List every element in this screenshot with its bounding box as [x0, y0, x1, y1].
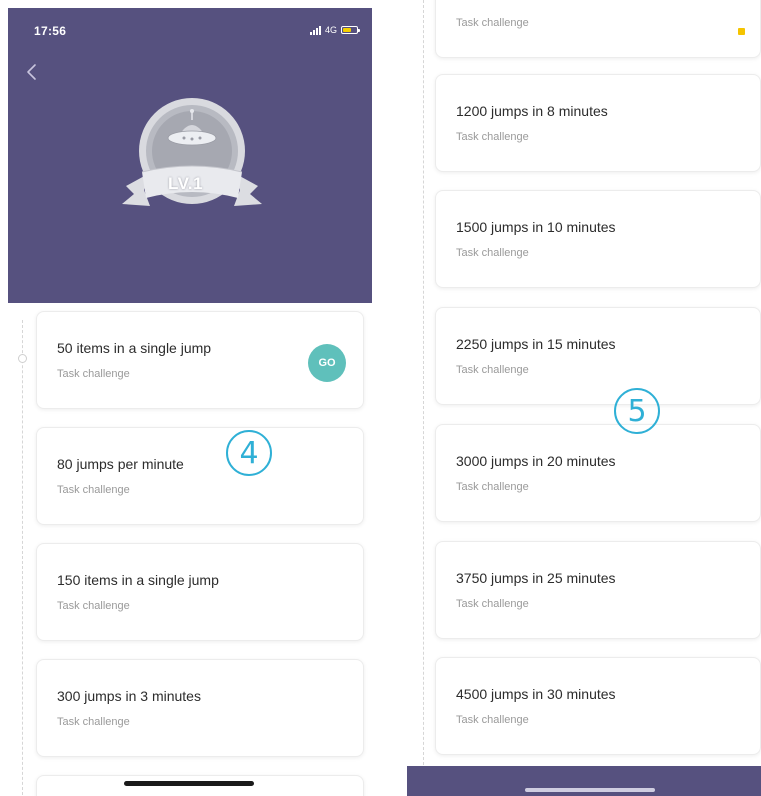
timeline-line — [22, 320, 23, 796]
task-title: 1500 jumps in 10 minutes — [456, 219, 616, 235]
status-dot — [738, 28, 745, 35]
task-subtitle: Task challenge — [456, 17, 529, 29]
task-title: 1200 jumps in 8 minutes — [456, 103, 608, 119]
signal-icon — [309, 25, 321, 35]
task-title: 3750 jumps in 25 minutes — [456, 570, 616, 586]
task-title: 2250 jumps in 15 minutes — [456, 336, 616, 352]
task-title: 150 items in a single jump — [57, 572, 219, 588]
level-header: 17:56 4G LV.1 — [8, 8, 372, 303]
task-subtitle: Task challenge — [456, 598, 529, 610]
task-card[interactable]: 1500 jumps in 10 minutes Task challenge — [435, 190, 761, 288]
battery-icon — [341, 26, 360, 34]
task-card[interactable]: 4500 jumps in 30 minutes Task challenge — [435, 657, 761, 755]
left-phone-screen: 17:56 4G LV.1 50 items in a single jump … — [8, 8, 372, 796]
task-title: 4500 jumps in 30 minutes — [456, 686, 616, 702]
task-card[interactable]: 50 items in a single jump Task challenge… — [36, 311, 364, 409]
annotation-number: 5 — [614, 388, 660, 434]
task-card[interactable]: 1200 jumps in 8 minutes Task challenge — [435, 74, 761, 172]
task-title: 50 items in a single jump — [57, 340, 212, 356]
go-button[interactable]: GO — [308, 344, 346, 382]
task-subtitle: Task challenge — [456, 481, 529, 493]
status-icons: 4G — [309, 25, 360, 35]
task-card[interactable]: 2250 jumps in 15 minutes Task challenge — [435, 307, 761, 405]
status-time: 17:56 — [34, 24, 67, 38]
task-subtitle: Task challenge — [57, 484, 130, 496]
back-icon[interactable] — [20, 60, 44, 84]
task-card[interactable]: 3750 jumps in 25 minutes Task challenge — [435, 541, 761, 639]
home-indicator — [124, 781, 254, 786]
task-subtitle: Task challenge — [57, 600, 130, 612]
task-subtitle: Task challenge — [456, 364, 529, 376]
right-phone-screen: Task challenge 1200 jumps in 8 minutes T… — [407, 0, 761, 796]
task-card[interactable]: Task challenge — [435, 0, 761, 58]
network-label: 4G — [324, 25, 337, 35]
timeline-line — [423, 0, 424, 770]
task-card[interactable]: 150 items in a single jump Task challeng… — [36, 543, 364, 641]
task-title: 3000 jumps in 20 minutes — [456, 453, 616, 469]
task-card[interactable]: 3000 jumps in 20 minutes Task challenge — [435, 424, 761, 522]
task-subtitle: Task challenge — [57, 368, 130, 380]
task-card[interactable]: 80 jumps per minute Task challenge — [36, 427, 364, 525]
task-subtitle: Task challenge — [456, 714, 529, 726]
annotation-number: 4 — [226, 430, 272, 476]
timeline-node — [18, 354, 27, 363]
task-title: 80 jumps per minute — [57, 456, 184, 472]
task-title: 300 jumps in 3 minutes — [57, 688, 201, 704]
task-subtitle: Task challenge — [456, 131, 529, 143]
task-card[interactable]: 300 jumps in 3 minutes Task challenge — [36, 659, 364, 757]
level-badge-icon — [122, 98, 262, 206]
home-indicator — [525, 788, 655, 792]
task-subtitle: Task challenge — [456, 247, 529, 259]
level-label: LV.1 — [168, 174, 204, 193]
task-subtitle: Task challenge — [57, 716, 130, 728]
